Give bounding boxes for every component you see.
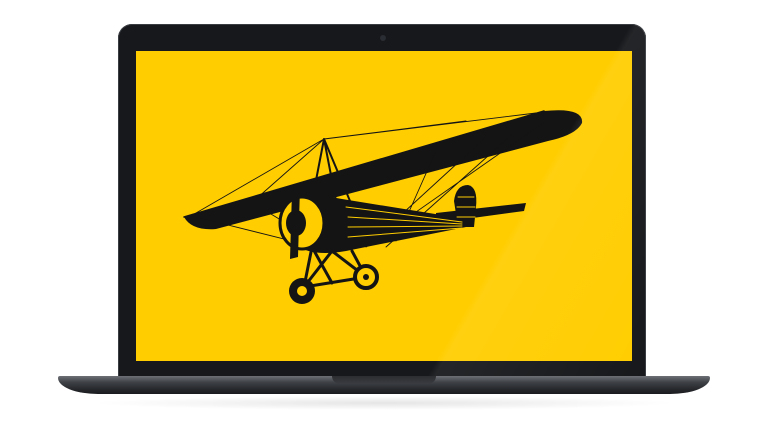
plane-wheel-left-hub — [297, 286, 307, 296]
wallpaper — [136, 51, 632, 361]
laptop-mockup — [0, 0, 768, 428]
laptop-shadow — [90, 396, 678, 410]
webcam-icon — [380, 35, 386, 41]
laptop-screen — [136, 51, 632, 361]
plane-wheel-right-hub — [363, 274, 369, 280]
laptop-opening-notch — [332, 376, 436, 384]
